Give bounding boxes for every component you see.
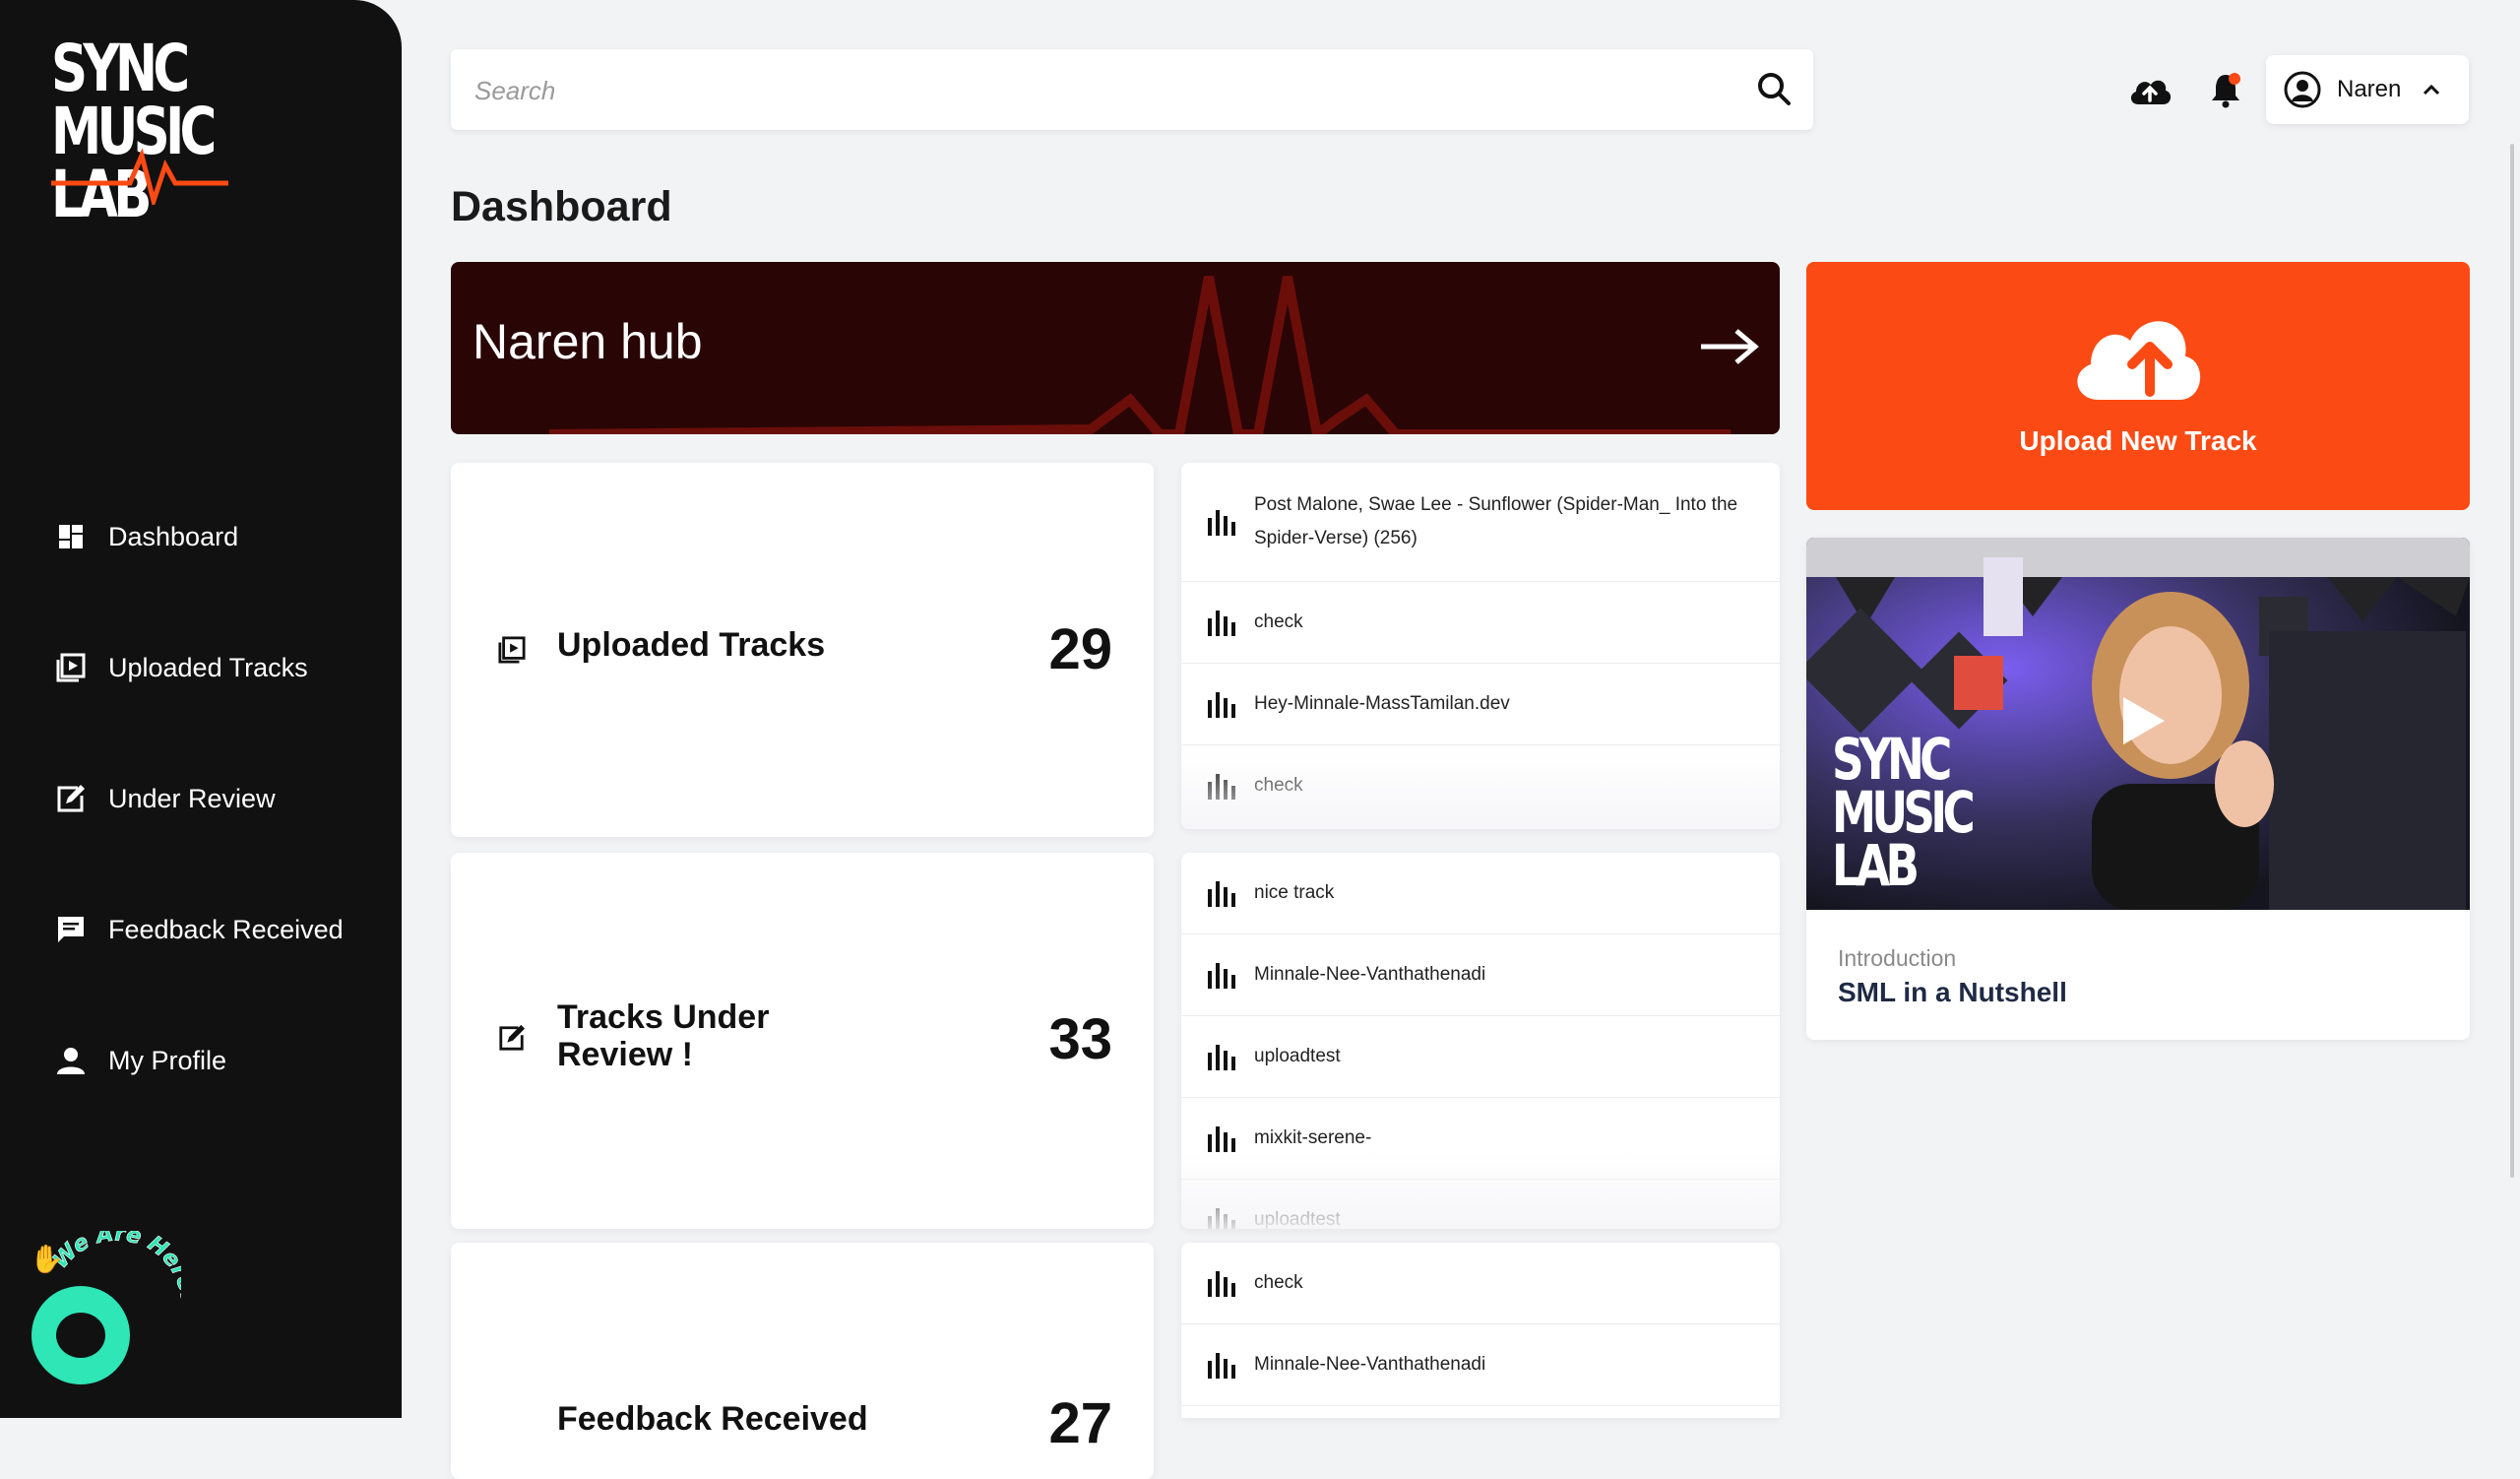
sidebar-item-label: My Profile bbox=[108, 1045, 227, 1075]
feedback-list: check Minnale-Nee-Vanthathenadi bbox=[1181, 1243, 1780, 1418]
track-name: check bbox=[1254, 775, 1303, 796]
audio-bars-icon bbox=[1208, 510, 1235, 536]
sidebar-item-label: Dashboard bbox=[108, 521, 239, 551]
video-card[interactable]: SYNC MUSIC LAB Introduction SML in a Nut… bbox=[1806, 538, 2470, 1040]
sidebar: SYNC MUSIC LAB Dashboard Uploaded Tracks… bbox=[0, 0, 402, 1418]
list-item[interactable]: nice track bbox=[1181, 853, 1780, 934]
avatar-icon bbox=[2284, 71, 2321, 108]
audio-bars-icon bbox=[1208, 1208, 1235, 1229]
chat-widget[interactable]: We Are Here! ✋ bbox=[24, 1231, 181, 1388]
list-item[interactable]: Minnale-Nee-Vanthathenadi bbox=[1181, 1324, 1780, 1406]
list-item[interactable]: Minnale-Nee-Vanthathenadi bbox=[1181, 934, 1780, 1016]
search-input[interactable] bbox=[472, 49, 1707, 132]
audio-bars-icon bbox=[1208, 1353, 1235, 1379]
video-title[interactable]: SML in a Nutshell bbox=[1838, 977, 2067, 1008]
audio-bars-icon bbox=[1208, 1271, 1235, 1297]
video-kicker: Introduction bbox=[1838, 945, 1957, 971]
cloud-upload-icon bbox=[2077, 321, 2201, 400]
track-name: Post Malone, Swae Lee - Sunflower (Spide… bbox=[1254, 494, 1738, 548]
page-scrollbar[interactable] bbox=[2510, 144, 2514, 1178]
list-item[interactable]: check bbox=[1181, 582, 1780, 664]
notification-bell-icon[interactable] bbox=[2209, 71, 2242, 108]
stat-card-under-review[interactable]: Tracks Under Review ! 33 bbox=[451, 853, 1154, 1229]
list-item[interactable]: mixkit-serene- bbox=[1181, 1098, 1780, 1180]
sidebar-item-label: Under Review bbox=[108, 783, 276, 813]
track-name: check bbox=[1254, 1272, 1303, 1293]
under-review-icon bbox=[55, 783, 87, 814]
stat-count: 29 bbox=[1048, 617, 1112, 681]
page-title: Dashboard bbox=[451, 183, 672, 230]
track-name: check bbox=[1254, 611, 1303, 632]
list-item[interactable]: check bbox=[1181, 745, 1780, 826]
stat-card-feedback[interactable]: Feedback Received 27 bbox=[451, 1243, 1154, 1479]
uploaded-tracks-list: Post Malone, Swae Lee - Sunflower (Spide… bbox=[1181, 463, 1780, 829]
track-name: mixkit-serene- bbox=[1254, 1127, 1372, 1148]
sidebar-item-dashboard[interactable]: Dashboard bbox=[0, 502, 402, 571]
list-item[interactable]: uploadtest bbox=[1181, 1180, 1780, 1229]
sidebar-item-under-review[interactable]: Under Review bbox=[0, 764, 402, 833]
user-name: Naren bbox=[2337, 76, 2402, 102]
stat-count: 33 bbox=[1048, 1007, 1112, 1071]
list-item[interactable]: uploadtest bbox=[1181, 1016, 1780, 1098]
thumbnail-logo: SYNC MUSIC LAB bbox=[1832, 726, 1976, 899]
play-icon[interactable] bbox=[2111, 691, 2171, 750]
arrow-right-icon[interactable] bbox=[1699, 327, 1760, 366]
audio-bars-icon bbox=[1208, 1045, 1235, 1070]
hub-title: Naren hub bbox=[472, 314, 703, 369]
upload-new-track-card[interactable]: Upload New Track bbox=[1806, 262, 2470, 510]
audio-bars-icon bbox=[1208, 881, 1235, 907]
chevron-up-icon bbox=[2424, 84, 2440, 96]
stat-label: Feedback Received bbox=[557, 1400, 868, 1438]
logo-line-1: SYNC bbox=[51, 31, 190, 106]
dashboard-icon bbox=[55, 521, 87, 552]
track-name: Minnale-Nee-Vanthathenadi bbox=[1254, 1354, 1486, 1375]
under-review-icon bbox=[499, 1024, 526, 1051]
audio-bars-icon bbox=[1208, 774, 1235, 800]
cloud-upload-icon[interactable] bbox=[2128, 71, 2172, 108]
stat-label: Uploaded Tracks bbox=[557, 626, 826, 664]
list-item[interactable]: Post Malone, Swae Lee - Sunflower (Spide… bbox=[1181, 463, 1780, 582]
feedback-icon bbox=[55, 914, 87, 945]
uploaded-tracks-icon bbox=[55, 652, 87, 683]
sidebar-item-label: Feedback Received bbox=[108, 914, 344, 944]
uploaded-tracks-icon bbox=[498, 636, 526, 664]
sidebar-item-my-profile[interactable]: My Profile bbox=[0, 1026, 402, 1095]
waving-hand-icon: ✋ bbox=[30, 1243, 64, 1274]
logo-pulse-icon bbox=[51, 148, 228, 205]
stat-card-uploaded[interactable]: Uploaded Tracks 29 bbox=[451, 463, 1154, 837]
sidebar-item-uploaded-tracks[interactable]: Uploaded Tracks bbox=[0, 633, 402, 702]
sidebar-nav: Dashboard Uploaded Tracks Under Review F… bbox=[0, 502, 402, 1157]
track-name: Minnale-Nee-Vanthathenadi bbox=[1254, 964, 1486, 985]
chat-icon bbox=[56, 1313, 105, 1358]
track-name: nice track bbox=[1254, 882, 1335, 903]
search-icon[interactable] bbox=[1756, 71, 1794, 108]
sidebar-item-label: Uploaded Tracks bbox=[108, 652, 308, 682]
track-name: Hey-Minnale-MassTamilan.dev bbox=[1254, 693, 1510, 714]
audio-bars-icon bbox=[1208, 963, 1235, 989]
under-review-list: nice track Minnale-Nee-Vanthathenadi upl… bbox=[1181, 853, 1780, 1229]
list-item[interactable]: check bbox=[1181, 1243, 1780, 1324]
video-thumbnail[interactable]: SYNC MUSIC LAB bbox=[1806, 538, 2470, 910]
audio-bars-icon bbox=[1208, 692, 1235, 718]
chat-button[interactable] bbox=[32, 1286, 130, 1384]
audio-bars-icon bbox=[1208, 1126, 1235, 1152]
user-menu-button[interactable]: Naren bbox=[2266, 55, 2469, 124]
stat-label: Tracks Under Review ! bbox=[557, 998, 770, 1073]
upload-new-track-label: Upload New Track bbox=[2019, 425, 2257, 456]
profile-icon bbox=[55, 1045, 87, 1076]
sync-music-lab-logo[interactable]: SYNC MUSIC LAB bbox=[51, 31, 228, 244]
stat-count: 27 bbox=[1048, 1391, 1112, 1455]
search-bar bbox=[451, 49, 1813, 132]
list-item[interactable]: Hey-Minnale-MassTamilan.dev bbox=[1181, 664, 1780, 745]
sidebar-item-feedback-received[interactable]: Feedback Received bbox=[0, 895, 402, 964]
track-name: uploadtest bbox=[1254, 1046, 1341, 1066]
hub-banner[interactable]: Naren hub bbox=[451, 262, 1780, 434]
audio-bars-icon bbox=[1208, 611, 1235, 636]
track-name: uploadtest bbox=[1254, 1209, 1341, 1229]
